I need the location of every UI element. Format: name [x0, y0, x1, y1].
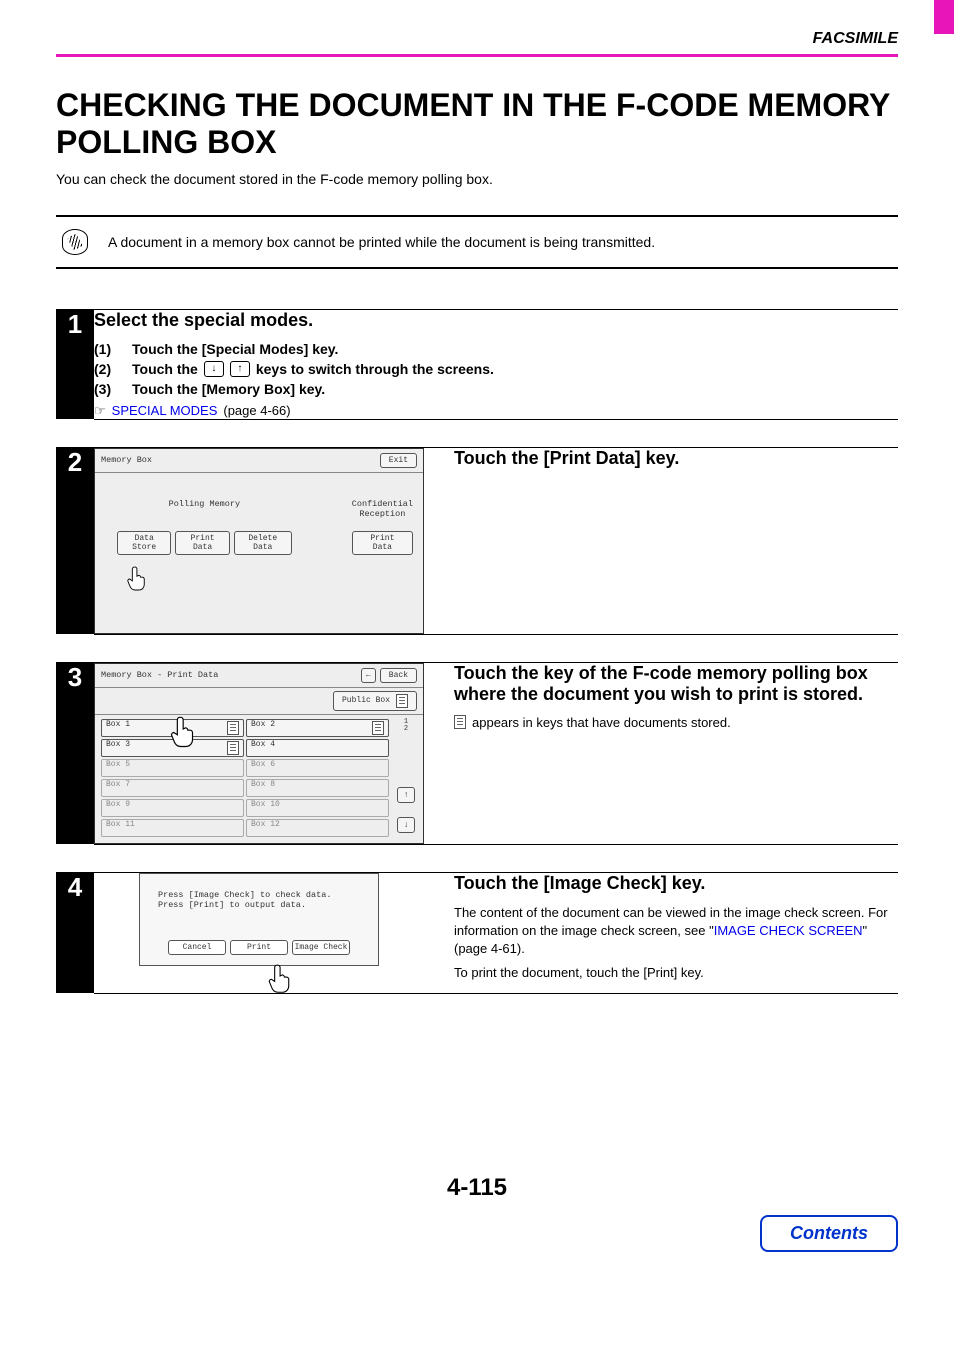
public-box-label: Public Box	[342, 696, 390, 705]
step1-title: Select the special modes.	[94, 310, 898, 331]
up-key-icon: ↑	[230, 361, 250, 377]
step3-title: Touch the key of the F-code memory polli…	[454, 663, 898, 705]
dialog-line-1: Press [Image Check] to check data.	[158, 890, 360, 900]
screen-print-data: Memory Box - Print Data ← Back Public Bo…	[94, 663, 424, 844]
step3-desc: appears in keys that have documents stor…	[472, 715, 731, 730]
delete-data-button[interactable]: Delete Data	[234, 531, 292, 555]
hand-pointer-icon	[168, 715, 196, 749]
step-number-1: 1	[56, 309, 94, 419]
document-icon	[227, 741, 239, 755]
step4-title: Touch the [Image Check] key.	[454, 873, 898, 894]
note-icon	[62, 229, 88, 255]
exit-button[interactable]: Exit	[380, 453, 417, 468]
step-number-4: 4	[56, 872, 94, 993]
step1-sub3: Touch the [Memory Box] key.	[132, 381, 325, 397]
image-check-button[interactable]: Image Check	[292, 940, 350, 955]
scroll-down-button[interactable]: ↓	[397, 817, 415, 833]
confidential-reception-label: Confidential Reception	[352, 499, 413, 519]
intro-text: You can check the document stored in the…	[56, 171, 898, 187]
box-key: Box 11	[101, 819, 244, 837]
step2-title: Touch the [Print Data] key.	[454, 448, 898, 469]
down-key-icon: ↓	[204, 361, 224, 377]
note-box: A document in a memory box cannot be pri…	[56, 215, 898, 269]
screen2-title: Memory Box	[101, 455, 152, 465]
print-data-button[interactable]: Print Data	[175, 531, 229, 555]
box-key: Box 8	[246, 779, 389, 797]
step1-sub3-num: (3)	[94, 381, 126, 397]
print-data-button-2[interactable]: Print Data	[352, 531, 413, 555]
step-4-content: Press [Image Check] to check data. Press…	[94, 872, 898, 993]
back-arrow-button[interactable]: ←	[361, 668, 376, 683]
step-2-content: Memory Box Exit Polling Memory Data Stor…	[94, 447, 898, 634]
scroll-up-button[interactable]: ↑	[397, 787, 415, 803]
box-key: Box 9	[101, 799, 244, 817]
side-tab	[934, 0, 954, 34]
image-check-screen-link[interactable]: IMAGE CHECK SCREEN	[714, 923, 863, 938]
print-button[interactable]: Print	[230, 940, 288, 955]
step-number-3: 3	[56, 662, 94, 844]
screen3-title: Memory Box - Print Data	[101, 670, 218, 680]
step1-sub2b: keys to switch through the screens.	[256, 361, 494, 377]
screen-image-check-dialog: Press [Image Check] to check data. Press…	[139, 873, 379, 966]
special-modes-link[interactable]: SPECIAL MODES	[112, 403, 218, 418]
box-key: Box 5	[101, 759, 244, 777]
document-icon	[372, 721, 384, 735]
box-key[interactable]: Box 4	[246, 739, 389, 757]
box-key[interactable]: Box 2	[246, 719, 389, 737]
step4-p2: To print the document, touch the [Print]…	[454, 964, 898, 982]
step1-sub2-num: (2)	[94, 361, 126, 377]
box-grid: Box 1Box 2Box 3Box 4Box 5Box 6Box 7Box 8…	[101, 715, 389, 837]
note-text: A document in a memory box cannot be pri…	[108, 234, 655, 250]
screen-memory-box: Memory Box Exit Polling Memory Data Stor…	[94, 448, 424, 634]
hand-pointer-icon	[125, 565, 147, 593]
box-key: Box 10	[246, 799, 389, 817]
hand-pointer-icon	[266, 963, 292, 993]
contents-button[interactable]: Contents	[760, 1215, 898, 1252]
document-icon	[454, 715, 466, 729]
document-icon	[396, 694, 408, 708]
step1-sub1: Touch the [Special Modes] key.	[132, 341, 338, 357]
step1-sub2a: Touch the	[132, 361, 198, 377]
box-key: Box 7	[101, 779, 244, 797]
page-title: CHECKING THE DOCUMENT IN THE F-CODE MEMO…	[56, 87, 898, 161]
box-key: Box 12	[246, 819, 389, 837]
ref-icon: ☞	[94, 403, 106, 419]
document-icon	[227, 721, 239, 735]
data-store-button[interactable]: Data Store	[117, 531, 171, 555]
page-number: 4-115	[56, 1174, 898, 1202]
section-header: FACSIMILE	[0, 0, 954, 54]
dialog-line-2: Press [Print] to output data.	[158, 900, 360, 910]
polling-memory-label: Polling Memory	[169, 499, 240, 519]
step1-sub1-num: (1)	[94, 341, 126, 357]
public-box-button[interactable]: Public Box	[333, 691, 417, 711]
box-key: Box 6	[246, 759, 389, 777]
step-3-content: Memory Box - Print Data ← Back Public Bo…	[94, 662, 898, 844]
page-ind-bot: 2	[404, 726, 408, 734]
ref-tail: (page 4-66)	[223, 403, 290, 418]
cancel-button[interactable]: Cancel	[168, 940, 226, 955]
step-1-content: Select the special modes. (1) Touch the …	[94, 309, 898, 419]
back-button[interactable]: Back	[380, 668, 417, 683]
step-number-2: 2	[56, 447, 94, 634]
